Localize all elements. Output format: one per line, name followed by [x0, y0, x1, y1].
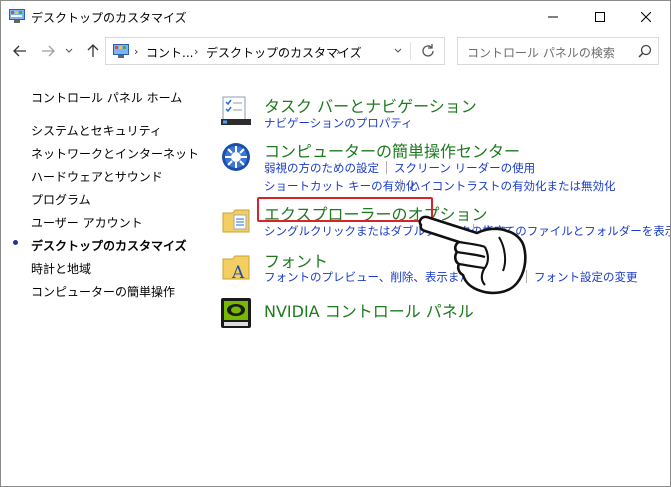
taskbar-icon: [221, 96, 251, 125]
close-button[interactable]: [623, 1, 669, 32]
link-shortcut-keys[interactable]: ショートカット キーの有効化: [264, 178, 417, 194]
up-arrow-icon: [87, 44, 99, 57]
link-separator: [400, 179, 401, 192]
sidebar-item-personalization[interactable]: デスクトップのカスタマイズ: [31, 237, 187, 254]
nvidia-icon: [221, 298, 251, 328]
pointing-hand-icon: [418, 215, 527, 295]
breadcrumb-separator: ›: [134, 45, 139, 58]
maximize-button[interactable]: [577, 1, 623, 32]
folder-options-icon: [222, 209, 250, 233]
control-panel-window: デスクトップのカスタマイズ › コント... › デスクトップのカスタマイズ ›…: [0, 0, 671, 487]
refresh-icon[interactable]: [420, 43, 436, 59]
link-low-vision-settings[interactable]: 弱視の方のための設定: [264, 160, 379, 176]
sidebar-item-network[interactable]: ネットワークとインターネット: [31, 145, 199, 162]
link-separator: [386, 161, 387, 174]
sidebar-item-clock-region[interactable]: 時計と地域: [31, 260, 91, 277]
recent-locations-button[interactable]: [62, 41, 76, 61]
search-placeholder: コントロール パネルの検索: [467, 46, 615, 60]
sidebar-item-ease-of-access[interactable]: コンピューターの簡単操作: [31, 283, 175, 300]
forward-button[interactable]: [38, 41, 58, 61]
control-panel-app-icon: [9, 9, 25, 23]
sidebar-item-hardware-sound[interactable]: ハードウェアとサウンド: [31, 168, 163, 185]
link-screen-reader[interactable]: スクリーン リーダーの使用: [394, 160, 535, 176]
forward-arrow-icon: [42, 45, 55, 57]
category-title-ease-of-access[interactable]: コンピューターの簡単操作センター: [264, 138, 520, 162]
maximize-icon: [595, 11, 605, 22]
back-button[interactable]: [10, 41, 30, 61]
sidebar-item-user-accounts[interactable]: ユーザー アカウント: [31, 214, 143, 231]
highlight-frame: [257, 197, 433, 222]
minimize-icon: [548, 16, 558, 17]
search-box[interactable]: コントロール パネルの検索: [457, 37, 659, 65]
chevron-down-icon: [65, 48, 73, 53]
category-title-taskbar[interactable]: タスク バーとナビゲーション: [264, 93, 477, 117]
ease-of-access-icon: [222, 143, 250, 171]
breadcrumb-separator: ›: [336, 45, 341, 58]
svg-text:A: A: [231, 263, 245, 283]
address-dropdown-icon[interactable]: [394, 48, 402, 54]
close-icon: [641, 11, 651, 22]
back-arrow-icon: [13, 45, 26, 57]
control-panel-icon: [113, 44, 129, 58]
title-bar[interactable]: デスクトップのカスタマイズ: [1, 1, 670, 32]
address-divider: [410, 42, 411, 60]
up-button[interactable]: [84, 41, 102, 61]
link-navigation-properties[interactable]: ナビゲーションのプロパティ: [264, 115, 413, 131]
category-title-nvidia[interactable]: NVIDIA コントロール パネル: [264, 298, 474, 322]
window-title: デスクトップのカスタマイズ: [31, 11, 187, 25]
link-high-contrast[interactable]: ハイコントラストの有効化または無効化: [409, 178, 616, 194]
breadcrumb-separator: ›: [194, 45, 199, 58]
breadcrumb-control-panel[interactable]: コント...: [146, 44, 193, 61]
minimize-button[interactable]: [530, 1, 576, 32]
address-bar[interactable]: › コント... › デスクトップのカスタマイズ ›: [105, 37, 445, 65]
sidebar-item-system-security[interactable]: システムとセキュリティ: [31, 122, 162, 139]
link-font-settings[interactable]: フォント設定の変更: [534, 269, 638, 285]
fonts-icon: A: [222, 255, 250, 283]
sidebar-home-link[interactable]: コントロール パネル ホーム: [31, 89, 182, 106]
sidebar-item-programs[interactable]: プログラム: [31, 191, 91, 208]
current-page-bullet: [13, 240, 18, 245]
search-icon: [638, 44, 652, 58]
